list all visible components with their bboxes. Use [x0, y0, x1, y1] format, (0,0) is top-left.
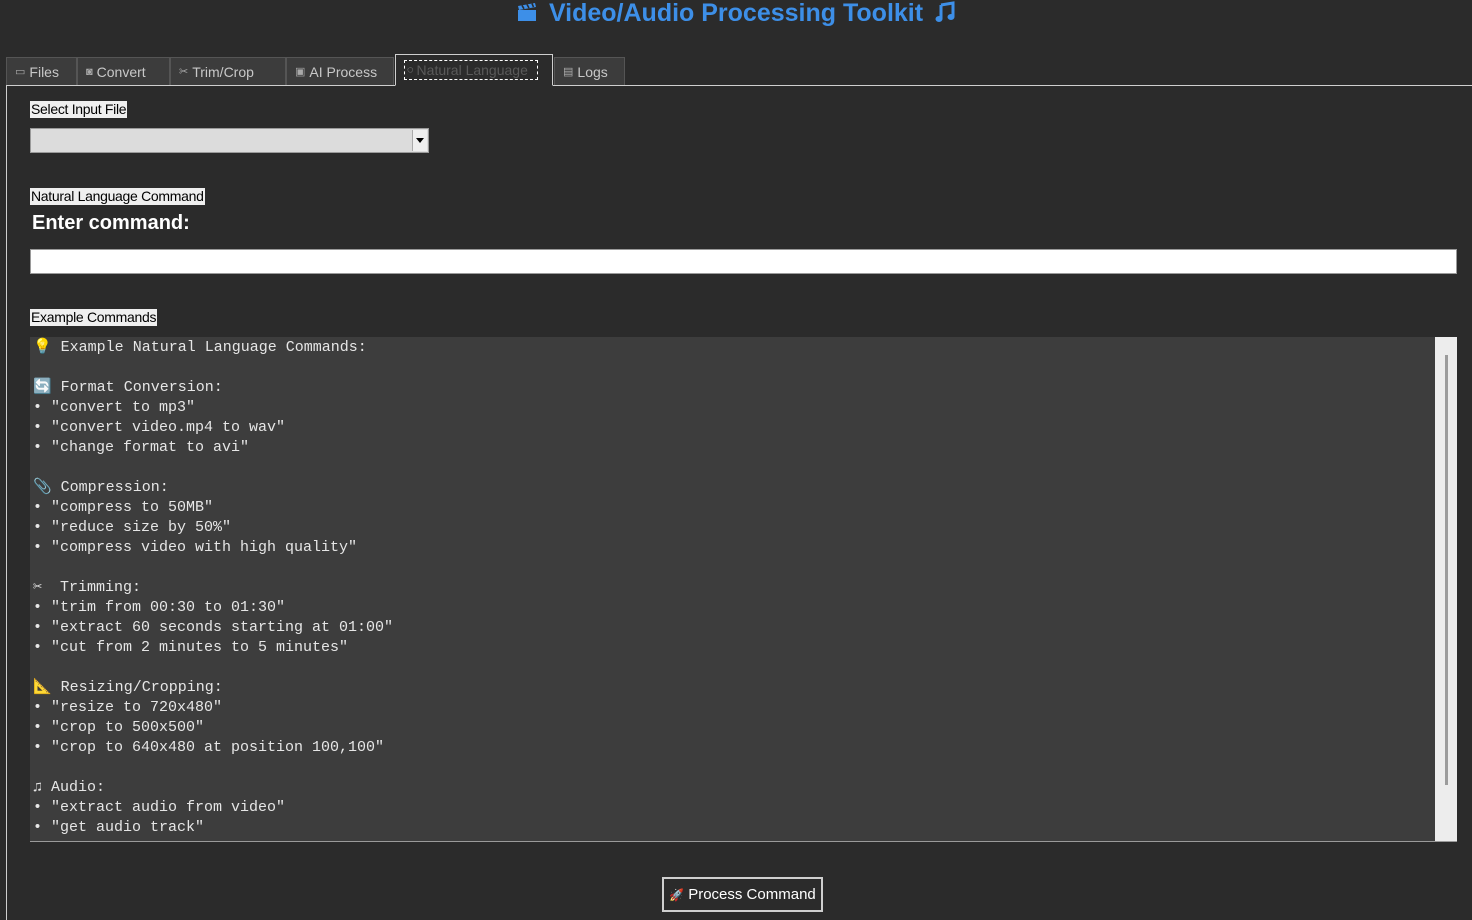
vertical-scrollbar[interactable]: [1435, 337, 1457, 841]
tab-focus-ring: ◌ Natural Language: [404, 60, 538, 80]
tab-natural-language[interactable]: ◌ Natural Language: [395, 54, 553, 86]
rocket-icon: 🚀: [669, 887, 685, 902]
music-note-icon: [934, 1, 956, 28]
clapperboard-icon: [516, 1, 538, 27]
tab-label: AI Process: [309, 63, 378, 80]
tab-logs[interactable]: ▤ Logs: [554, 57, 625, 85]
app-title-text: Video/Audio Processing Toolkit: [548, 0, 924, 27]
robot-icon: ▣: [295, 66, 306, 78]
natural-language-command-label: Natural Language Command: [30, 188, 205, 205]
log-icon: ▤: [563, 66, 574, 78]
enter-command-label: Enter command:: [32, 212, 190, 234]
app-title: Video/Audio Processing Toolkit: [0, 0, 1472, 28]
process-command-button[interactable]: 🚀 Process Command: [662, 877, 823, 912]
tab-label: Logs: [577, 63, 608, 80]
tab-convert[interactable]: ◙ Convert: [77, 57, 170, 85]
example-commands-text: 💡 Example Natural Language Commands: 🔄 F…: [33, 339, 394, 836]
chat-icon: ◌: [407, 64, 414, 76]
process-command-label: Process Command: [688, 886, 816, 903]
convert-icon: ◙: [86, 65, 93, 78]
tab-label: Natural Language: [416, 62, 528, 78]
example-commands-label: Example Commands: [30, 309, 158, 326]
tab-label: Trim/Crop: [192, 63, 254, 80]
panel-border: [6, 86, 7, 920]
tab-files[interactable]: ▭ Files: [6, 57, 77, 85]
tab-bar-line: [6, 85, 1472, 86]
tab-bar: ▭ Files ◙ Convert ✂ Trim/Crop ▣ AI Proce…: [6, 54, 1472, 86]
tab-label: Files: [29, 63, 59, 80]
input-file-combobox[interactable]: [30, 128, 429, 153]
select-input-file-label: Select Input File: [30, 101, 128, 118]
example-commands-textbox[interactable]: 💡 Example Natural Language Commands: 🔄 F…: [30, 337, 1457, 842]
command-input[interactable]: [30, 249, 1457, 274]
folder-icon: ▭: [15, 66, 26, 78]
scissors-icon: ✂: [179, 66, 189, 78]
tab-label: Convert: [96, 63, 146, 80]
tab-ai-process[interactable]: ▣ AI Process: [286, 57, 394, 85]
chevron-down-icon[interactable]: [412, 130, 427, 151]
scrollbar-thumb[interactable]: [1445, 355, 1448, 785]
tab-trim-crop[interactable]: ✂ Trim/Crop: [170, 57, 286, 85]
